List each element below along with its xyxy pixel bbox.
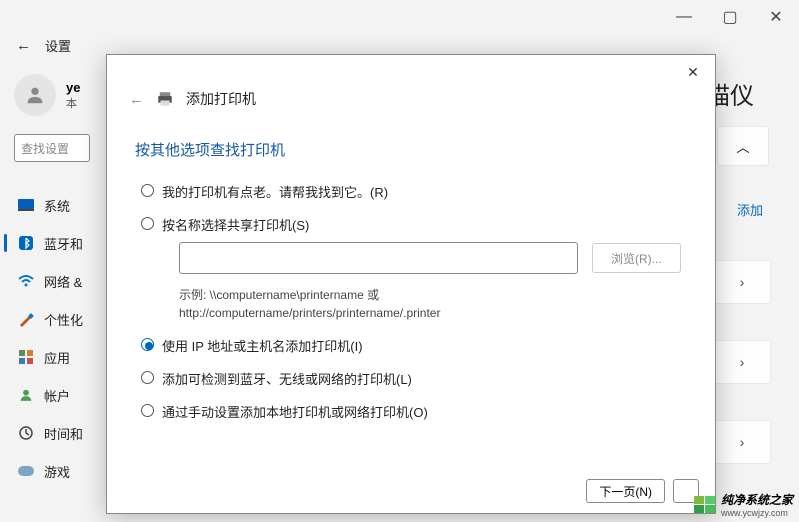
brush-icon [18,311,34,327]
option-label: 按名称选择共享打印机(S) [162,215,309,234]
user-profile[interactable]: ye 本 [14,74,100,116]
avatar [14,74,56,116]
dialog-back-button[interactable]: ← [129,91,144,108]
next-button[interactable]: 下一页(N) [586,479,665,503]
radio-icon [141,371,154,384]
radio-icon [141,184,154,197]
browse-button[interactable]: 浏览(R)... [592,243,681,273]
sidebar-item-label: 系统 [44,196,70,215]
device-row[interactable]: › [713,420,771,464]
option-old-printer[interactable]: 我的打印机有点老。请帮我找到它。(R) [141,182,681,201]
option-label: 使用 IP 地址或主机名添加打印机(I) [162,336,363,355]
option-by-name[interactable]: 按名称选择共享打印机(S) [141,215,681,234]
add-link[interactable]: 添加 [737,200,763,219]
expand-button[interactable]: ︿ [717,126,769,166]
dialog-title: 添加打印机 [186,89,256,109]
dialog-titlebar: ✕ [107,55,715,89]
sidebar-item-bluetooth[interactable]: 蓝牙和 [14,224,100,262]
maximize-button[interactable]: ▢ [707,0,753,34]
option-label: 添加可检测到蓝牙、无线或网络的打印机(L) [162,369,412,388]
window-titlebar: — ▢ ✕ [0,0,799,34]
sidebar-item-network[interactable]: 网络 & [14,262,100,300]
person-icon [24,84,46,106]
example-line: 示例: \\computername\printername 或 [179,286,681,304]
watermark-text: 纯净系统之家 [721,491,793,508]
sidebar-item-personalization[interactable]: 个性化 [14,300,100,338]
option-ip[interactable]: 使用 IP 地址或主机名添加打印机(I) [141,336,681,355]
search-input[interactable]: 查找设置 [14,134,90,162]
back-button[interactable]: ← [16,37,31,54]
dialog-header: ← 添加打印机 [107,89,715,109]
watermark-url: www.ycwjzy.com [721,508,793,518]
sidebar-item-label: 蓝牙和 [44,234,83,253]
system-icon [18,197,34,213]
radio-icon [141,217,154,230]
option-manual[interactable]: 通过手动设置添加本地打印机或网络打印机(O) [141,402,681,421]
sidebar: ye 本 查找设置 系统 蓝牙和 网络 & 个性化 应用 帐户 [0,56,100,522]
device-row[interactable]: › [713,340,771,384]
watermark-logo-icon [694,496,715,513]
device-list: › › › [713,260,771,464]
add-printer-dialog: ✕ ← 添加打印机 按其他选项查找打印机 我的打印机有点老。请帮我找到它。(R)… [106,54,716,514]
printer-name-input[interactable] [179,242,578,274]
sidebar-item-label: 时间和 [44,424,83,443]
radio-icon [141,404,154,417]
sidebar-item-accounts[interactable]: 帐户 [14,376,100,414]
close-button[interactable]: ✕ [753,0,799,34]
printer-icon [156,90,174,108]
gamepad-icon [18,463,34,479]
content-heading: 描仪 [706,76,783,111]
clock-icon [18,425,34,441]
dialog-subtitle: 按其他选项查找打印机 [107,109,715,160]
header-bar: ← 设置 [0,34,799,56]
bluetooth-icon [18,235,34,251]
option-label: 我的打印机有点老。请帮我找到它。(R) [162,182,388,201]
byname-row: 浏览(R)... [179,242,681,274]
sidebar-item-label: 个性化 [44,310,83,329]
sidebar-item-system[interactable]: 系统 [14,186,100,224]
user-name: ye [66,80,80,95]
dialog-close-button[interactable]: ✕ [679,58,707,86]
page-title: 设置 [45,36,71,55]
sidebar-item-label: 网络 & [44,272,82,291]
option-wireless[interactable]: 添加可检测到蓝牙、无线或网络的打印机(L) [141,369,681,388]
example-text: 示例: \\computername\printername 或 http://… [179,286,681,322]
option-label: 通过手动设置添加本地打印机或网络打印机(O) [162,402,428,421]
account-icon [18,387,34,403]
sidebar-item-time[interactable]: 时间和 [14,414,100,452]
example-line: http://computername/printers/printername… [179,304,681,322]
device-row[interactable]: › [713,260,771,304]
sidebar-item-label: 帐户 [44,386,70,405]
dialog-footer: 下一页(N) [586,479,699,503]
sidebar-item-gaming[interactable]: 游戏 [14,452,100,490]
sidebar-item-label: 应用 [44,348,70,367]
user-local: 本 [66,95,80,111]
watermark: 纯净系统之家 www.ycwjzy.com [694,491,793,518]
apps-icon [18,349,34,365]
sidebar-item-label: 游戏 [44,462,70,481]
printer-options: 我的打印机有点老。请帮我找到它。(R) 按名称选择共享打印机(S) 浏览(R).… [107,160,715,421]
sidebar-item-apps[interactable]: 应用 [14,338,100,376]
radio-selected-icon [141,338,154,351]
minimize-button[interactable]: — [661,0,707,34]
wifi-icon [18,273,34,289]
